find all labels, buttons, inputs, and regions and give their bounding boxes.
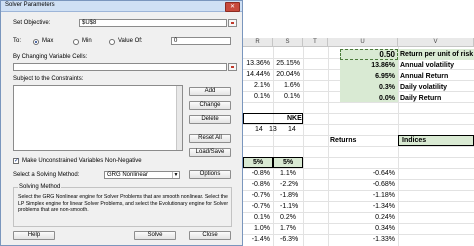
reset-all-button[interactable]: Reset All [189, 134, 231, 143]
cell-s-row1[interactable]: 25.15% [273, 58, 303, 69]
data-u-3[interactable]: -1.18% [340, 190, 398, 201]
data-r-7[interactable]: -1.4% [243, 234, 273, 245]
method-select[interactable]: GRG Nonlinear ▼ [104, 171, 180, 179]
data-r-2[interactable]: -0.8% [243, 179, 273, 190]
cell-r-row1[interactable]: 13.36% [243, 58, 273, 69]
data-u-4[interactable]: -1.34% [340, 201, 398, 212]
load-save-button[interactable]: Load/Save [189, 148, 231, 157]
help-button[interactable]: Help [13, 231, 55, 240]
summary-value-return-per-risk[interactable]: 0.50 [340, 49, 398, 60]
method-select-value: GRG Nonlinear [107, 172, 149, 178]
column-header-s[interactable]: S [273, 38, 303, 47]
cell-s-row4[interactable]: 0.1% [273, 91, 303, 102]
cell-s-row2[interactable]: 20.04% [273, 69, 303, 80]
indices-header[interactable]: Indices [398, 135, 474, 146]
value-of-input[interactable]: 0 [171, 37, 231, 45]
summary-value-daily-volatility[interactable]: 0.3% [340, 82, 398, 93]
close-icon[interactable]: ✕ [225, 2, 240, 12]
options-button[interactable]: Options [189, 170, 231, 179]
number-cell-2: 13 [269, 126, 277, 133]
data-r-6[interactable]: 1.0% [243, 223, 273, 234]
solving-method-title: Solving Method [18, 184, 62, 190]
changing-cells-label: By Changing Variable Cells: [13, 54, 88, 60]
max-radio[interactable] [33, 39, 39, 45]
column-header-t[interactable]: T [303, 38, 328, 47]
value-of-radio[interactable] [109, 39, 115, 45]
to-label: To: [13, 38, 22, 44]
summary-value-annual-volatility[interactable]: 13.86% [340, 60, 398, 71]
solve-button[interactable]: Solve [134, 231, 176, 240]
data-u-6[interactable]: 0.34% [340, 223, 398, 234]
constraints-scrollbar[interactable] [176, 86, 182, 150]
data-r-3[interactable]: -0.7% [243, 190, 273, 201]
change-button[interactable]: Change [189, 101, 231, 110]
method-label: Select a Solving Method: [13, 172, 80, 178]
data-s-6[interactable]: 1.7% [280, 223, 303, 234]
solving-method-description: Select the GRG Nonlinear engine for Solv… [18, 194, 229, 213]
objective-input[interactable]: $U$8 [79, 19, 227, 27]
pct-cell-r[interactable]: 5% [243, 157, 273, 168]
max-label[interactable]: Max [42, 38, 53, 44]
data-r-4[interactable]: -0.7% [243, 201, 273, 212]
close-button[interactable]: Close [189, 231, 231, 240]
number-cell-3: 14 [288, 126, 296, 133]
solver-parameters-dialog: Solver Parameters ✕ Set Objective: $U$8 … [0, 0, 243, 246]
data-u-7[interactable]: -1.33% [340, 234, 398, 245]
cell-r-row3[interactable]: 2.1% [243, 80, 273, 91]
nke-header-text: NKE [287, 115, 302, 122]
data-u-5[interactable]: 0.24% [340, 212, 398, 223]
dialog-titlebar[interactable]: Solver Parameters ✕ [1, 1, 242, 12]
unconstrained-checkbox[interactable]: ✓ [13, 158, 19, 164]
summary-label-daily-volatility[interactable]: Daily volatility [400, 82, 474, 93]
data-s-3[interactable]: -1.8% [280, 190, 303, 201]
summary-label-annual-return[interactable]: Annual Return [400, 71, 474, 82]
summary-value-annual-return[interactable]: 6.95% [340, 71, 398, 82]
changing-cells-input[interactable] [13, 63, 227, 71]
chevron-down-icon: ▼ [172, 172, 179, 178]
number-row[interactable]: 14 13 14 [243, 124, 303, 135]
dialog-title: Solver Parameters [5, 2, 55, 8]
data-u-1[interactable]: -0.64% [340, 168, 398, 179]
column-header-v[interactable]: V [398, 38, 474, 47]
cell-r-row4[interactable]: 0.1% [243, 91, 273, 102]
cell-s-row3[interactable]: 1.6% [273, 80, 303, 91]
data-u-2[interactable]: -0.68% [340, 179, 398, 190]
set-objective-label: Set Objective: [13, 20, 51, 26]
column-header-u[interactable]: U [328, 38, 398, 47]
pct-cell-s[interactable]: 5% [273, 157, 303, 168]
cell-r-row2[interactable]: 14.44% [243, 69, 273, 80]
add-button[interactable]: Add [189, 87, 231, 96]
data-s-1[interactable]: 1.1% [280, 168, 303, 179]
summary-label-annual-volatility[interactable]: Annual volatility [400, 60, 474, 71]
data-s-5[interactable]: 0.2% [280, 212, 303, 223]
data-r-5[interactable]: 0.1% [243, 212, 273, 223]
delete-button[interactable]: Delete [189, 115, 231, 124]
objective-collapse-icon[interactable] [228, 19, 237, 27]
changing-cells-collapse-icon[interactable] [228, 63, 237, 71]
summary-label-return-per-risk[interactable]: Return per unit of risk [400, 49, 474, 60]
unconstrained-label[interactable]: Make Unconstrained Variables Non-Negativ… [22, 158, 142, 164]
data-s-2[interactable]: -2.2% [280, 179, 303, 190]
value-of-label[interactable]: Value Of: [118, 38, 143, 44]
summary-value-daily-return[interactable]: 0.0% [340, 93, 398, 104]
data-s-7[interactable]: -6.3% [280, 234, 303, 245]
number-cell-1: 14 [255, 126, 263, 133]
min-radio[interactable] [73, 39, 79, 45]
summary-label-daily-return[interactable]: Daily Return [400, 93, 474, 104]
min-label[interactable]: Min [82, 38, 92, 44]
data-r-1[interactable]: -0.8% [243, 168, 273, 179]
data-s-4[interactable]: -1.1% [280, 201, 303, 212]
returns-label[interactable]: Returns [330, 135, 390, 146]
constraints-label: Subject to the Constraints: [13, 76, 84, 82]
constraints-list[interactable] [13, 85, 183, 151]
nke-header[interactable]: NKE [243, 113, 303, 124]
column-header-r[interactable]: R [243, 38, 273, 47]
